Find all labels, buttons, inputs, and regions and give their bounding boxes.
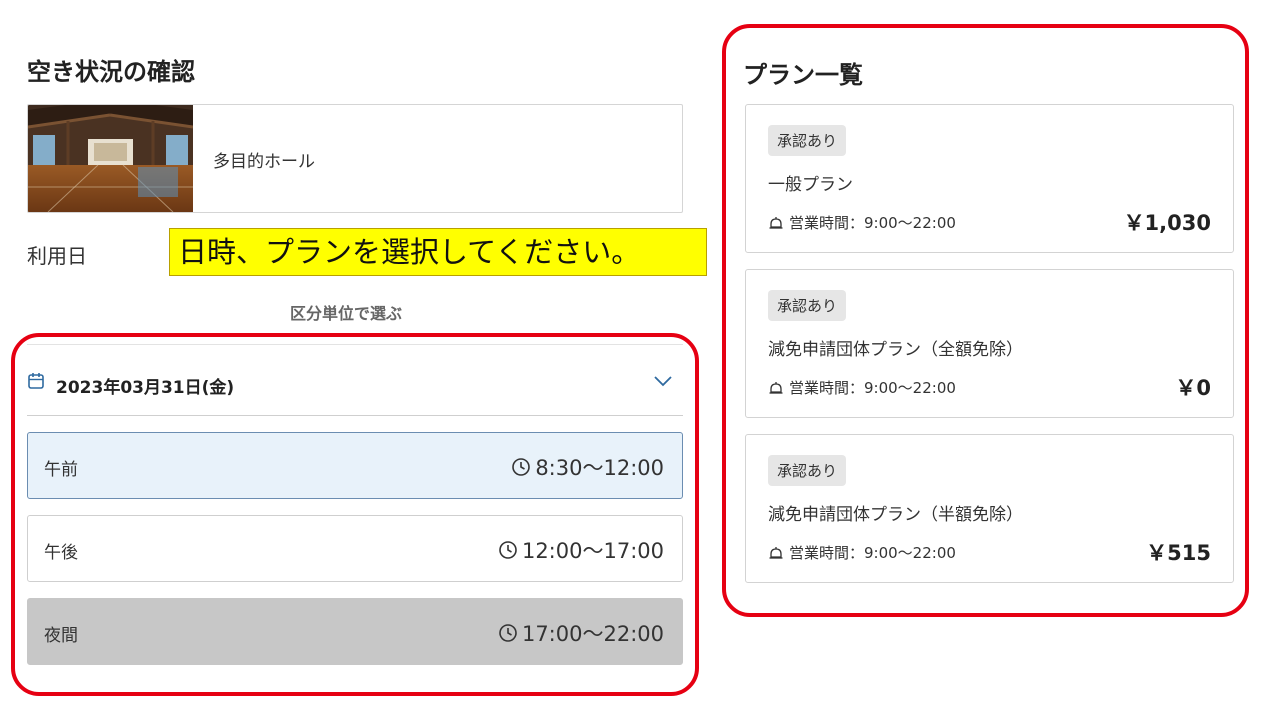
bell-icon [769,546,783,559]
time-slot-afternoon[interactable]: 午後 12:00～17:00 [27,515,683,582]
plan-hours-text: 営業時間：9:00～22:00 [789,214,956,232]
time-slot-range: 8:30～12:00 [511,452,664,482]
plans-heading: プラン一覧 [743,61,863,89]
divider [27,344,683,345]
time-slot-night: 夜間 17:00～22:00 [27,598,683,665]
time-slot-time: 8:30～12:00 [535,456,664,480]
chevron-down-icon[interactable] [653,374,673,388]
plan-card-full-exemption[interactable]: 承認あり 減免申請団体プラン（全額免除） 営業時間：9:00～22:00 ￥0 [745,269,1234,418]
plan-hours-text: 営業時間：9:00～22:00 [789,544,956,562]
time-slot-time: 12:00～17:00 [521,539,664,563]
time-slot-time: 17:00～22:00 [521,622,664,646]
plan-name: 一般プラン [768,175,853,195]
plan-name: 減免申請団体プラン（全額免除） [768,340,1023,360]
time-slot-label: 午前 [44,460,78,480]
time-slot-label: 午後 [44,543,78,563]
plan-hours-text: 営業時間：9:00～22:00 [789,379,956,397]
plan-hours: 営業時間：9:00～22:00 [768,212,956,233]
plan-card-half-exemption[interactable]: 承認あり 減免申請団体プラン（半額免除） 営業時間：9:00～22:00 ￥51… [745,434,1234,583]
bell-icon [769,216,783,229]
plan-price: ￥1,030 [1123,211,1211,235]
clock-icon [499,624,517,642]
selected-date: 2023年03月31日(金) [56,378,235,398]
time-slot-morning[interactable]: 午前 8:30～12:00 [27,432,683,499]
plan-price: ￥515 [1146,541,1211,565]
approval-badge: 承認あり [768,125,847,156]
plan-card-general[interactable]: 承認あり 一般プラン 営業時間：9:00～22:00 ￥1,030 [745,104,1234,253]
plan-price: ￥0 [1175,376,1211,400]
clock-icon [512,458,531,476]
plan-name: 減免申請団体プラン（半額免除） [768,505,1023,525]
time-slot-label: 夜間 [44,626,78,646]
time-slot-range: 12:00～17:00 [498,535,664,565]
approval-badge: 承認あり [768,290,847,321]
facility-name: 多目的ホール [213,152,315,172]
calendar-icon [28,373,44,389]
approval-badge: 承認あり [768,455,847,486]
page-title: 空き状況の確認 [27,58,195,86]
time-slot-range: 17:00～22:00 [498,618,664,648]
bell-icon [769,381,783,394]
select-by-slot-link[interactable]: 区分単位で選ぶ [290,300,402,324]
clock-icon [499,541,517,559]
usage-date-label: 利用日 [27,244,87,268]
plan-hours: 営業時間：9:00～22:00 [768,542,956,563]
facility-card[interactable]: 多目的ホール [27,104,683,213]
facility-photo [28,105,193,212]
plan-hours: 営業時間：9:00～22:00 [768,377,956,398]
instruction-callout: 日時、プランを選択してください。 [169,228,707,276]
date-accordion-header[interactable]: 2023年03月31日(金) [27,354,683,416]
